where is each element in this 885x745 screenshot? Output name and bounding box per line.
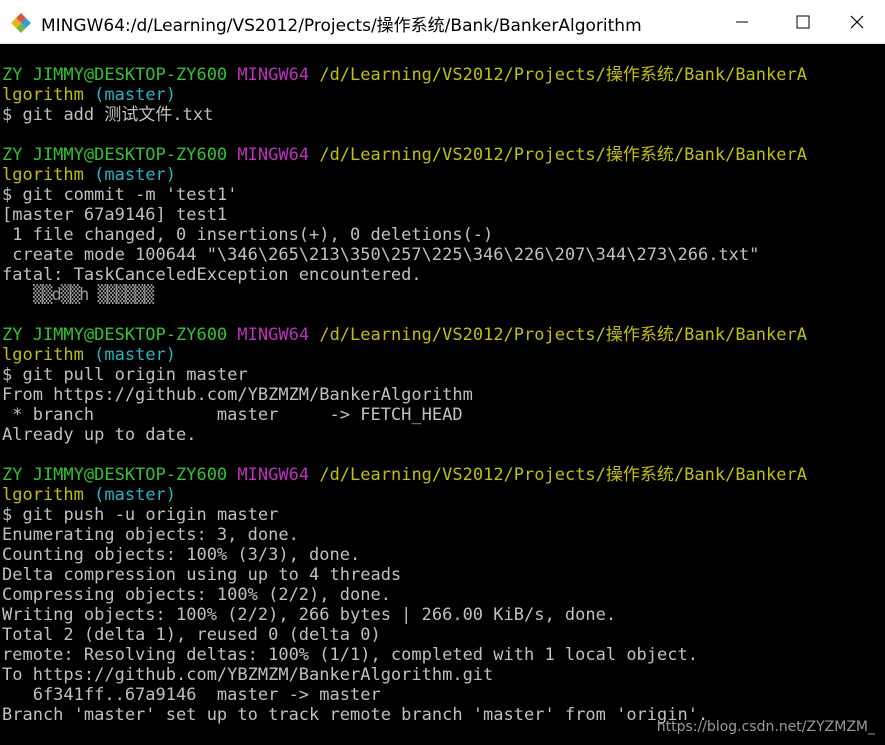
window-title: MINGW64:/d/Learning/VS2012/Projects/操作系统… — [41, 16, 642, 36]
garbled-output-line: ▒▒d▒▒h ▒▒▒▒▒▒ — [33, 285, 154, 305]
output-line: create mode 100644 "\346\265\213\350\257… — [2, 245, 760, 265]
close-icon — [850, 15, 863, 29]
minimize-button[interactable] — [713, 0, 770, 44]
output-line: Already up to date. — [2, 425, 197, 445]
prompt-env: MINGW64 — [237, 145, 310, 165]
terminal-lines: ZY JIMMY@DESKTOP-ZY600 MINGW64 /d/Learni… — [2, 65, 807, 725]
prompt-branch: (master) — [94, 345, 177, 365]
prompt-env: MINGW64 — [237, 325, 310, 345]
command-line: $ git push -u origin master — [2, 505, 807, 525]
prompt-user-host: ZY JIMMY@DESKTOP-ZY600 — [2, 465, 228, 485]
prompt-path-cont: lgorithm — [2, 85, 84, 105]
prompt-symbol: $ — [2, 365, 13, 385]
prompt-user-host: ZY JIMMY@DESKTOP-ZY600 — [2, 145, 228, 165]
maximize-button[interactable] — [774, 0, 831, 44]
output-line: Counting objects: 100% (3/3), done. — [2, 545, 361, 565]
prompt-path: /d/Learning/VS2012/Projects/操作系统/Bank/Ba… — [319, 325, 807, 345]
terminal-window: MINGW64:/d/Learning/VS2012/Projects/操作系统… — [0, 0, 885, 745]
output-line: Delta compression using up to 4 threads — [2, 565, 402, 585]
prompt-line: lgorithm (master) — [2, 345, 807, 365]
prompt-line: ZY JIMMY@DESKTOP-ZY600 MINGW64 /d/Learni… — [2, 465, 807, 485]
output-line: Total 2 (delta 1), reused 0 (delta 0) — [2, 625, 381, 645]
maximize-icon — [796, 15, 809, 29]
output-line: Writing objects: 100% (2/2), 266 bytes |… — [2, 605, 617, 625]
command-text: git pull origin master — [22, 365, 248, 385]
prompt-line: lgorithm (master) — [2, 85, 807, 105]
watermark: https://blog.csdn.net/ZYZMZM_ — [656, 719, 875, 735]
output-line: fatal: TaskCanceledException encountered… — [2, 265, 422, 285]
prompt-line: lgorithm (master) — [2, 485, 807, 505]
prompt-branch: (master) — [94, 85, 177, 105]
prompt-path: /d/Learning/VS2012/Projects/操作系统/Bank/Ba… — [319, 145, 807, 165]
prompt-path: /d/Learning/VS2012/Projects/操作系统/Bank/Ba… — [319, 65, 807, 85]
prompt-line: ZY JIMMY@DESKTOP-ZY600 MINGW64 /d/Learni… — [2, 65, 807, 85]
prompt-symbol: $ — [2, 105, 13, 125]
output-line: 6f341ff..67a9146 master -> master — [2, 685, 381, 705]
output-line: Compressing objects: 100% (2/2), done. — [2, 585, 391, 605]
prompt-line: ZY JIMMY@DESKTOP-ZY600 MINGW64 /d/Learni… — [2, 145, 807, 165]
output-line: To https://github.com/YBZMZM/BankerAlgor… — [2, 665, 494, 685]
prompt-symbol: $ — [2, 505, 13, 525]
command-text: git commit -m 'test1' — [22, 185, 238, 205]
prompt-branch: (master) — [94, 485, 177, 505]
output-line: From https://github.com/YBZMZM/BankerAlg… — [2, 385, 473, 405]
prompt-line: ZY JIMMY@DESKTOP-ZY600 MINGW64 /d/Learni… — [2, 325, 807, 345]
prompt-line: lgorithm (master) — [2, 165, 807, 185]
command-line: $ git commit -m 'test1' — [2, 185, 807, 205]
close-button[interactable] — [828, 0, 885, 44]
prompt-path-cont: lgorithm — [2, 345, 84, 365]
minimize-icon — [735, 21, 748, 23]
command-text: git push -u origin master — [22, 505, 279, 525]
command-line: $ git add 测试文件.txt — [2, 105, 807, 125]
prompt-env: MINGW64 — [237, 65, 310, 85]
prompt-branch: (master) — [94, 165, 177, 185]
prompt-path-cont: lgorithm — [2, 485, 84, 505]
title-bar[interactable]: MINGW64:/d/Learning/VS2012/Projects/操作系统… — [0, 0, 885, 44]
output-line: remote: Resolving deltas: 100% (1/1), co… — [2, 645, 698, 665]
output-line: * branch master -> FETCH_HEAD — [2, 405, 463, 425]
terminal-output[interactable]: ZY JIMMY@DESKTOP-ZY600 MINGW64 /d/Learni… — [0, 45, 885, 745]
prompt-env: MINGW64 — [237, 465, 310, 485]
prompt-path: /d/Learning/VS2012/Projects/操作系统/Bank/Ba… — [319, 465, 807, 485]
output-line: 1 file changed, 0 insertions(+), 0 delet… — [2, 225, 494, 245]
command-text: git add 测试文件.txt — [22, 105, 214, 125]
prompt-user-host: ZY JIMMY@DESKTOP-ZY600 — [2, 65, 228, 85]
prompt-path-cont: lgorithm — [2, 165, 84, 185]
prompt-user-host: ZY JIMMY@DESKTOP-ZY600 — [2, 325, 228, 345]
output-line: Enumerating objects: 3, done. — [2, 525, 299, 545]
command-line: $ git pull origin master — [2, 365, 807, 385]
prompt-symbol: $ — [2, 185, 13, 205]
git-bash-diamond-icon — [11, 13, 31, 33]
output-line: [master 67a9146] test1 — [2, 205, 228, 225]
